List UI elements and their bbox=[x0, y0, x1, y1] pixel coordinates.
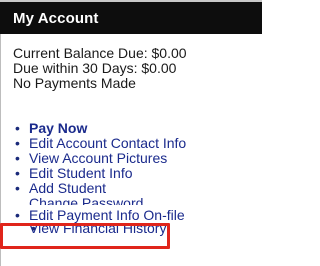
list-item: Change Password bbox=[13, 196, 186, 205]
highlight-box bbox=[0, 223, 170, 249]
bullet-icon: • bbox=[15, 150, 20, 166]
bullet-icon: • bbox=[15, 180, 20, 196]
edit-payment-info-link[interactable]: Edit Payment Info On-file bbox=[29, 207, 185, 223]
bullet-icon: • bbox=[15, 120, 20, 136]
list-item: • Edit Payment Info On-file bbox=[13, 208, 186, 223]
panel-header: My Account bbox=[0, 0, 262, 34]
list-item: • Add Student bbox=[13, 181, 186, 196]
list-item: • View Account Pictures bbox=[13, 151, 186, 166]
pay-now-link[interactable]: Pay Now bbox=[29, 120, 87, 136]
list-item: • Pay Now bbox=[13, 121, 186, 136]
bullet-icon: • bbox=[15, 207, 20, 223]
account-summary: Current Balance Due: $0.00 Due within 30… bbox=[13, 46, 187, 91]
list-item: • Edit Account Contact Info bbox=[13, 136, 186, 151]
list-item: • Edit Student Info bbox=[13, 166, 186, 181]
account-links-list: • Pay Now • Edit Account Contact Info • … bbox=[13, 121, 186, 238]
bullet-icon: • bbox=[15, 135, 20, 151]
bullet-icon: • bbox=[15, 165, 20, 181]
add-student-link[interactable]: Add Student bbox=[29, 180, 106, 196]
my-account-panel: My Account Current Balance Due: $0.00 Du… bbox=[0, 0, 262, 266]
edit-account-contact-info-link[interactable]: Edit Account Contact Info bbox=[29, 135, 186, 151]
change-password-link[interactable]: Change Password bbox=[29, 196, 143, 205]
due-30-days-text: Due within 30 Days: $0.00 bbox=[13, 60, 177, 76]
edit-student-info-link[interactable]: Edit Student Info bbox=[29, 165, 133, 181]
view-account-pictures-link[interactable]: View Account Pictures bbox=[29, 150, 167, 166]
payments-text: No Payments Made bbox=[13, 75, 136, 91]
current-balance-text: Current Balance Due: $0.00 bbox=[13, 45, 187, 61]
panel-title: My Account bbox=[13, 10, 99, 27]
